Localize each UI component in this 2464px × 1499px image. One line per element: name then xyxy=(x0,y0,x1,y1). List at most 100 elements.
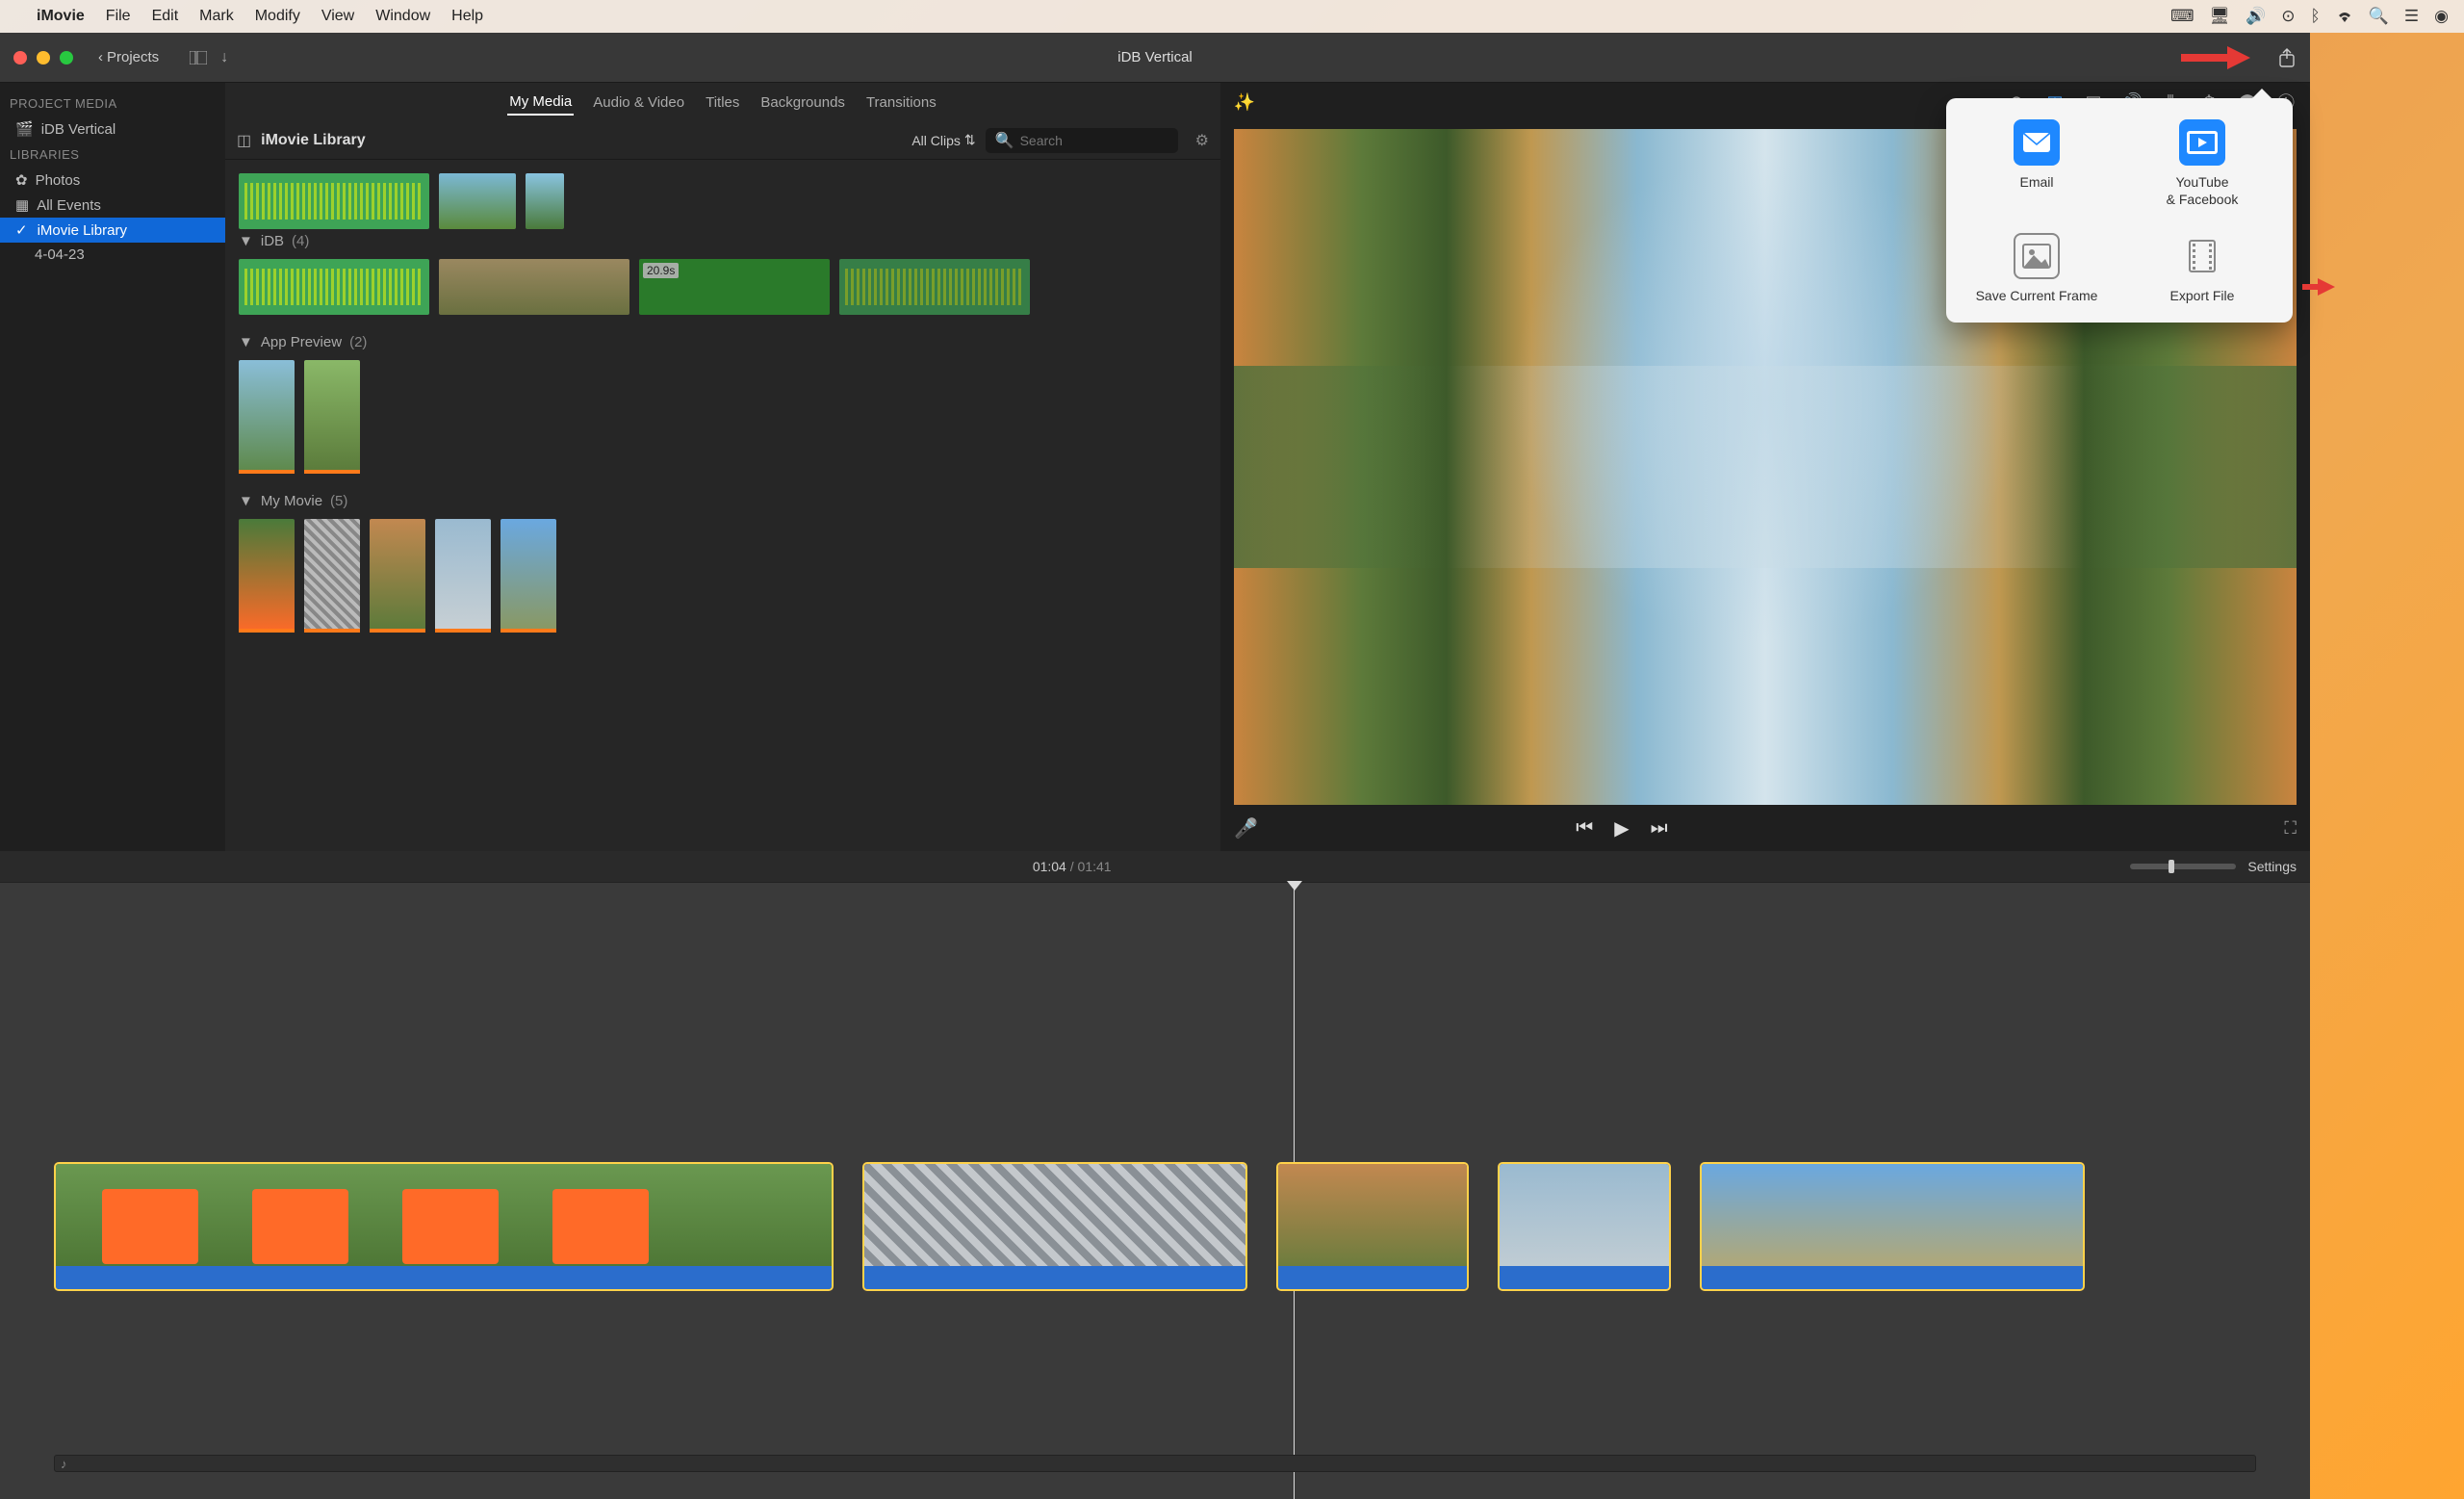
sidebar-event-date[interactable]: 4-04-23 xyxy=(0,243,225,267)
media-group-my-movie: ▼ My Movie (5) xyxy=(239,489,1207,633)
menu-help[interactable]: Help xyxy=(451,8,483,25)
disclosure-triangle-icon: ▼ xyxy=(239,233,253,249)
menubar-app-name[interactable]: iMovie xyxy=(37,8,85,25)
fullscreen-icon[interactable]: ⛶ xyxy=(2284,818,2297,839)
prev-frame-button[interactable]: ⏮ xyxy=(1576,817,1593,840)
group-count: (2) xyxy=(349,334,367,350)
share-export-file[interactable]: Export File xyxy=(2129,233,2275,304)
timeline-settings-button[interactable]: Settings xyxy=(2247,859,2297,874)
audio-track-lane[interactable]: ♪ xyxy=(54,1455,2256,1472)
sidebar-heading-libraries: LIBRARIES xyxy=(0,142,225,168)
share-save-frame-label: Save Current Frame xyxy=(1976,287,2098,304)
clip-thumbnail[interactable] xyxy=(500,519,556,633)
menu-window[interactable]: Window xyxy=(375,8,430,25)
share-button[interactable] xyxy=(2277,47,2297,68)
timeline-clip[interactable] xyxy=(1700,1162,2085,1291)
sidebar-imovie-library[interactable]: ✓ iMovie Library xyxy=(0,218,225,243)
clip-thumbnail[interactable] xyxy=(239,259,429,315)
zoom-slider[interactable] xyxy=(2130,864,2236,869)
now-playing-icon[interactable]: ⊙ xyxy=(2281,7,2295,26)
clip-thumbnail[interactable] xyxy=(239,173,429,229)
search-icon: 🔍 xyxy=(995,131,1014,150)
updown-chevron-icon: ⇅ xyxy=(964,132,976,148)
sidebar-photos-label: Photos xyxy=(36,172,81,189)
flower-icon: ✿ xyxy=(15,171,28,189)
menu-modify[interactable]: Modify xyxy=(255,8,300,25)
timeline-clip[interactable] xyxy=(1276,1162,1469,1291)
tab-audio-video[interactable]: Audio & Video xyxy=(591,90,686,115)
timeline-clip[interactable] xyxy=(1498,1162,1671,1291)
siri-icon[interactable]: ◉ xyxy=(2434,7,2449,26)
clip-thumbnail[interactable] xyxy=(239,519,295,633)
menu-mark[interactable]: Mark xyxy=(199,8,234,25)
close-button[interactable] xyxy=(13,51,27,65)
tab-titles[interactable]: Titles xyxy=(704,90,741,115)
clip-thumbnail[interactable] xyxy=(304,519,360,633)
list-view-icon[interactable] xyxy=(190,51,207,65)
settings-gear-icon[interactable]: ⚙ xyxy=(1195,131,1209,150)
timecode: 01:04 / 01:41 xyxy=(1033,859,1112,874)
share-popover: Email YouTube & Facebook Save Current Fr… xyxy=(1946,98,2293,323)
tab-my-media[interactable]: My Media xyxy=(507,90,574,116)
all-clips-label: All Clips xyxy=(911,133,961,148)
sidebar-heading-project-media: PROJECT MEDIA xyxy=(0,90,225,116)
clip-thumbnail[interactable] xyxy=(435,519,491,633)
search-box[interactable]: 🔍 xyxy=(986,128,1178,153)
share-save-frame[interactable]: Save Current Frame xyxy=(1964,233,2110,304)
minimize-button[interactable] xyxy=(37,51,50,65)
timeline-clip[interactable] xyxy=(54,1162,834,1291)
sidebar-photos[interactable]: ✿ Photos xyxy=(0,168,225,193)
share-email[interactable]: Email xyxy=(1964,119,2110,208)
window-controls xyxy=(13,51,73,65)
clip-thumbnail[interactable] xyxy=(526,173,564,229)
volume-icon[interactable]: 🔊 xyxy=(2246,7,2266,26)
clip-thumbnail[interactable] xyxy=(304,360,360,474)
clip-thumbnail[interactable] xyxy=(370,519,425,633)
share-youtube-label: YouTube & Facebook xyxy=(2167,173,2239,208)
clip-thumbnail[interactable]: 20.9s xyxy=(639,259,830,315)
sidebar: PROJECT MEDIA 🎬 iDB Vertical LIBRARIES ✿… xyxy=(0,83,225,851)
group-name: My Movie xyxy=(261,493,322,509)
menu-view[interactable]: View xyxy=(321,8,354,25)
check-icon: ✓ xyxy=(15,221,28,239)
tab-backgrounds[interactable]: Backgrounds xyxy=(758,90,847,115)
projects-back-button[interactable]: ‹ Projects xyxy=(90,45,167,69)
next-frame-button[interactable]: ⏭ xyxy=(1651,817,1668,840)
all-clips-dropdown[interactable]: All Clips ⇅ xyxy=(911,132,975,148)
sidebar-all-events[interactable]: ▦ All Events xyxy=(0,193,225,218)
import-arrow-icon[interactable]: ↓ xyxy=(220,49,228,66)
keyboard-layout-icon[interactable]: ⌨ xyxy=(2170,7,2194,26)
timeline[interactable]: ♪ xyxy=(0,882,2310,1499)
clip-thumbnail[interactable] xyxy=(839,259,1030,315)
bluetooth-icon[interactable]: ᛒ xyxy=(2311,7,2321,26)
imovie-window: ‹ Projects ↓ iDB Vertical Email xyxy=(0,33,2310,1499)
media-group-header[interactable]: ▼ App Preview (2) xyxy=(239,330,1207,354)
chevron-left-icon: ‹ xyxy=(98,49,103,65)
menu-file[interactable]: File xyxy=(106,8,131,25)
voiceover-mic-icon[interactable]: 🎤 xyxy=(1234,816,1258,840)
control-center-icon[interactable]: ☰ xyxy=(2404,7,2419,26)
sidebar-toggle-icon[interactable]: ◫ xyxy=(237,131,251,150)
display-icon[interactable]: 🖥 xyxy=(2210,7,2231,26)
clip-thumbnail[interactable] xyxy=(239,360,295,474)
disclosure-triangle-icon: ▼ xyxy=(239,493,253,509)
play-button[interactable]: ▶ xyxy=(1614,816,1629,840)
magic-enhance-icon[interactable]: ✨ xyxy=(1234,91,1255,113)
tab-transitions[interactable]: Transitions xyxy=(864,90,938,115)
sidebar-project[interactable]: 🎬 iDB Vertical xyxy=(0,116,225,142)
projects-label: Projects xyxy=(107,49,159,65)
group-name: iDB xyxy=(261,233,284,249)
spotlight-icon[interactable]: 🔍 xyxy=(2369,7,2389,26)
wifi-icon[interactable] xyxy=(2336,10,2353,23)
media-group-header[interactable]: ▼ My Movie (5) xyxy=(239,489,1207,513)
clip-thumbnail[interactable] xyxy=(439,259,629,315)
disclosure-triangle-icon: ▼ xyxy=(239,334,253,350)
timeline-clip[interactable] xyxy=(862,1162,1247,1291)
share-youtube-facebook[interactable]: YouTube & Facebook xyxy=(2129,119,2275,208)
window-title: iDB Vertical xyxy=(1117,49,1193,65)
clip-thumbnail[interactable] xyxy=(439,173,516,229)
menu-edit[interactable]: Edit xyxy=(152,8,179,25)
search-input[interactable] xyxy=(1020,133,1168,148)
media-group-header[interactable]: ▼ iDB (4) xyxy=(239,229,1207,253)
maximize-button[interactable] xyxy=(60,51,73,65)
